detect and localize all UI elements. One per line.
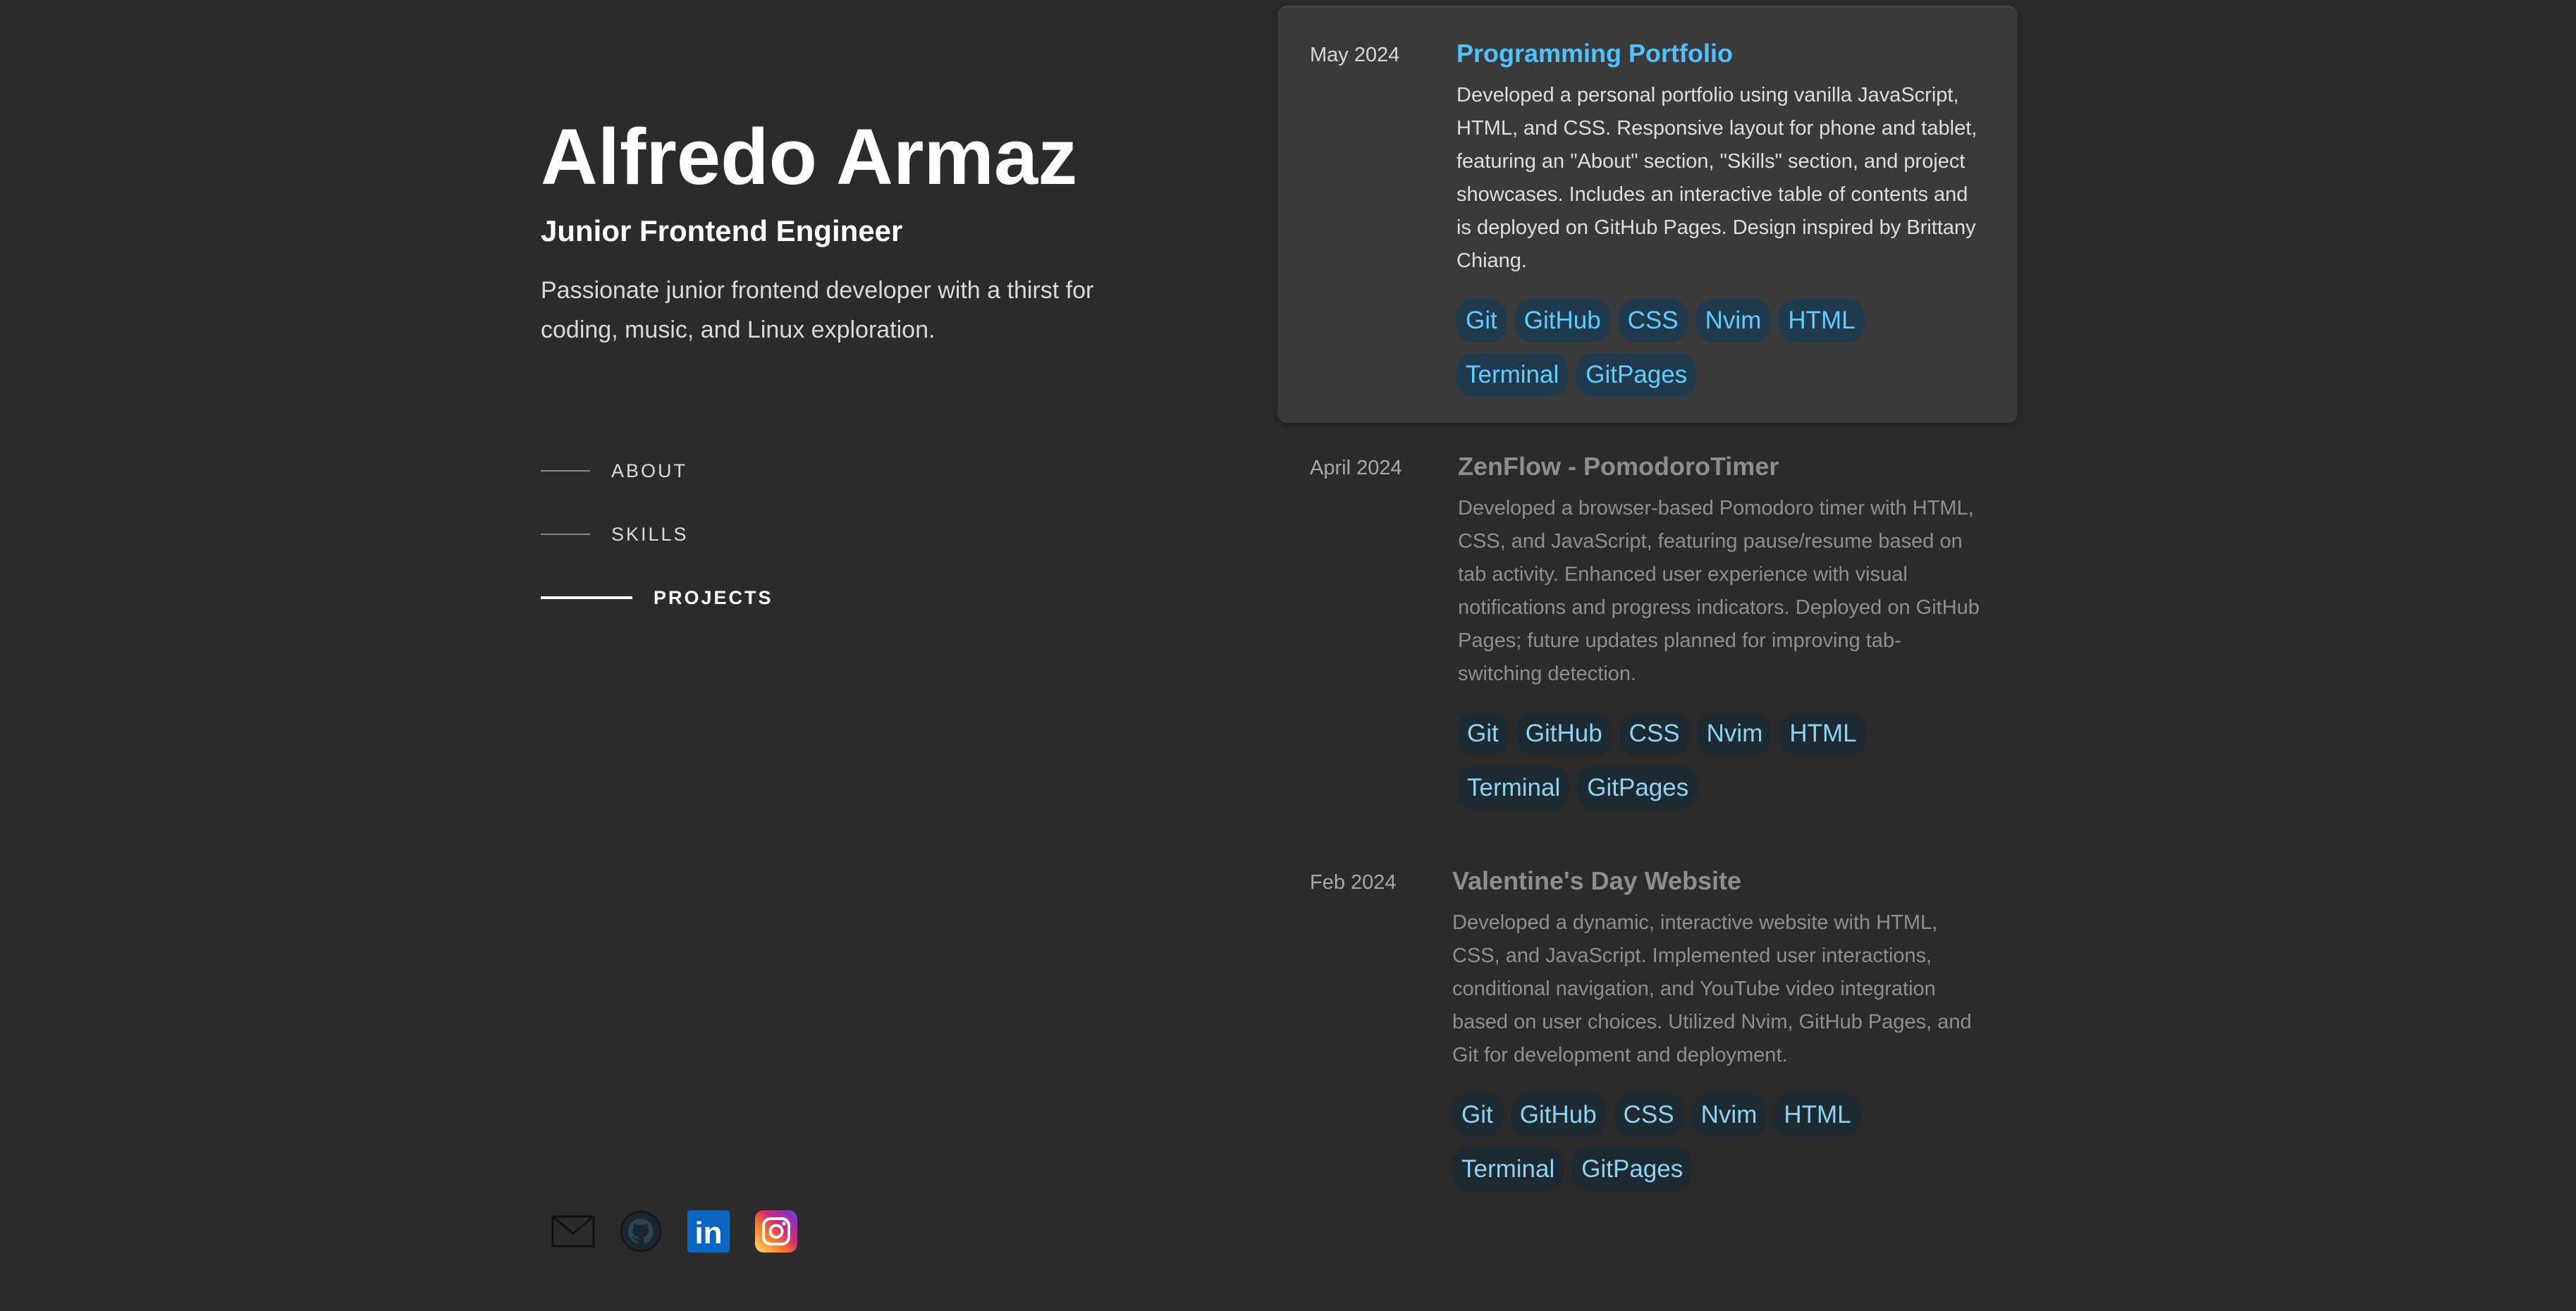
tag: GitPages: [1578, 766, 1698, 810]
tag: GitPages: [1576, 353, 1697, 397]
project-title[interactable]: Programming Portfolio: [1456, 37, 1982, 70]
tag: Terminal: [1458, 766, 1570, 810]
profile-role: Junior Frontend Engineer: [541, 214, 903, 247]
tag: HTML: [1780, 712, 1866, 756]
nav-label: ABOUT: [611, 460, 688, 481]
tag: Nvim: [1697, 712, 1772, 756]
tag: Git: [1452, 1093, 1502, 1137]
nav-item-projects[interactable]: PROJECTS: [541, 582, 773, 613]
linkedin-icon[interactable]: in: [687, 1210, 730, 1253]
tag: GitHub: [1516, 712, 1612, 756]
project-tags: Git GitHub CSS Nvim HTML Terminal GitPag…: [1452, 1093, 1977, 1191]
social-links: in: [551, 1210, 798, 1253]
mail-icon[interactable]: [551, 1210, 595, 1253]
project-card[interactable]: April 2024 ZenFlow - PomodoroTimer Devel…: [1277, 423, 2018, 832]
instagram-icon[interactable]: [754, 1210, 798, 1253]
nav-indicator-line: [541, 534, 590, 535]
project-card[interactable]: Feb 2024 Valentine's Day Website Develop…: [1277, 837, 2018, 1204]
project-tags: Git GitHub CSS Nvim HTML Terminal GitPag…: [1458, 712, 1983, 810]
nav-label: PROJECTS: [654, 586, 773, 608]
linkedin-icon-text: in: [694, 1216, 722, 1250]
project-date: May 2024: [1310, 44, 1400, 66]
profile-column: Alfredo Armaz Junior Frontend Engineer P…: [541, 0, 1175, 1311]
project-body: Valentine's Day Website Developed a dyna…: [1452, 864, 1977, 1191]
project-title[interactable]: Valentine's Day Website: [1452, 864, 1977, 898]
nav-label: SKILLS: [611, 523, 689, 545]
nav-item-skills[interactable]: SKILLS: [541, 519, 773, 550]
project-description: Developed a dynamic, interactive website…: [1452, 911, 1972, 1066]
tag: GitPages: [1572, 1147, 1693, 1191]
tag: CSS: [1619, 712, 1689, 756]
nav-item-about[interactable]: ABOUT: [541, 455, 773, 486]
nav-indicator-line: [541, 596, 632, 599]
tag: Terminal: [1456, 353, 1569, 397]
tag: HTML: [1774, 1093, 1860, 1137]
project-title[interactable]: ZenFlow - PomodoroTimer: [1458, 450, 1983, 484]
tag: Git: [1458, 712, 1508, 756]
tag: Git: [1456, 299, 1507, 343]
tag: GitHub: [1514, 299, 1610, 343]
project-tags: Git GitHub CSS Nvim HTML Terminal GitPag…: [1456, 299, 1982, 397]
nav-indicator-line: [541, 470, 590, 472]
tag: GitHub: [1510, 1093, 1606, 1137]
project-date: April 2024: [1310, 457, 1402, 479]
tag: Terminal: [1452, 1147, 1564, 1191]
project-description: Developed a personal portfolio using van…: [1456, 84, 1977, 272]
github-icon[interactable]: [619, 1210, 663, 1253]
project-date: Feb 2024: [1310, 871, 1397, 894]
profile-bio: Passionate junior frontend developer wit…: [541, 277, 1094, 343]
section-nav: ABOUT SKILLS PROJECTS: [541, 455, 773, 646]
project-body: ZenFlow - PomodoroTimer Developed a brow…: [1458, 450, 1983, 810]
tag: Nvim: [1691, 1093, 1767, 1137]
portfolio-page: Alfredo Armaz Junior Frontend Engineer P…: [0, 0, 2576, 1311]
tag: CSS: [1614, 1093, 1683, 1137]
tag: Nvim: [1695, 299, 1771, 343]
project-body: Programming Portfolio Developed a person…: [1456, 37, 1982, 397]
profile-name: Alfredo Armaz: [541, 113, 1078, 201]
tag: HTML: [1779, 299, 1865, 343]
project-card[interactable]: May 2024 Programming Portfolio Developed…: [1277, 6, 2018, 423]
tag: CSS: [1618, 299, 1688, 343]
project-description: Developed a browser-based Pomodoro timer…: [1458, 497, 1980, 685]
